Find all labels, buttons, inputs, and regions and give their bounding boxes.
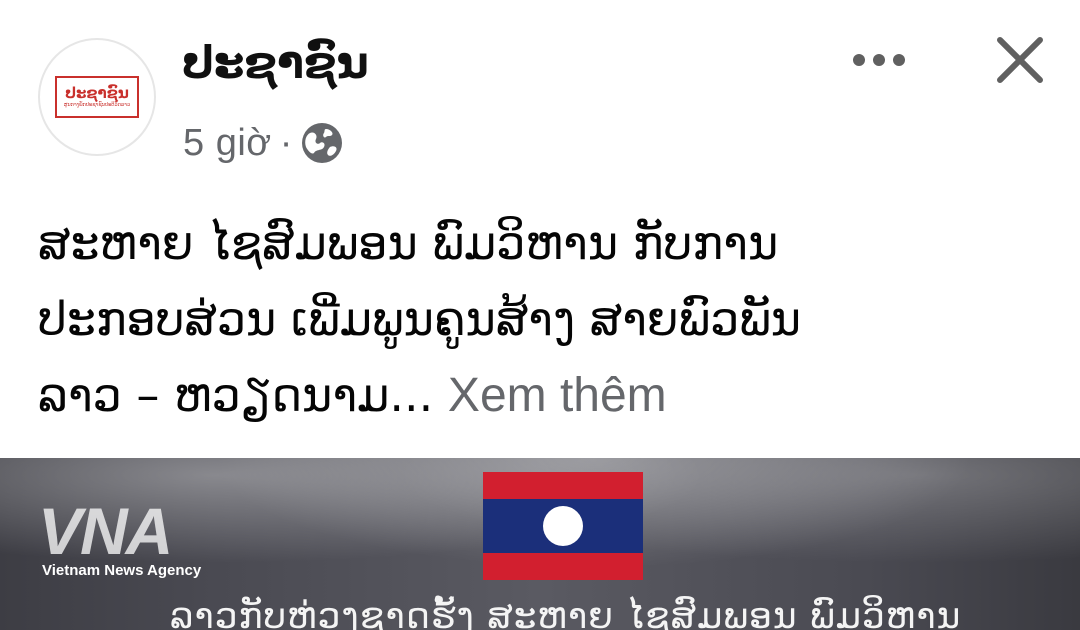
vna-caption: Vietnam News Agency: [42, 562, 202, 579]
post-body: ສະຫາຍ ໄຊສົມພອນ ພົມວິຫານ ກັບການ ປະກອບສ່ວນ…: [38, 205, 1048, 434]
banner-text: ລາວກັບຫ່ວງຊາດຮັ້ງ ສະຫາຍ ໄຊສົມພອນ ພົມວິຫາ…: [170, 596, 962, 630]
close-icon[interactable]: [990, 30, 1050, 90]
flag-moon: [543, 506, 583, 546]
post-image[interactable]: VNA Vietnam News Agency ລາວກັບຫ່ວງຊາດຮັ້…: [0, 458, 1080, 630]
flag-stripe-bottom: [483, 553, 643, 580]
flag-stripe-top: [483, 472, 643, 499]
page-logo: ປະຊາຊົນ ສູນກາງພັກປະຊາຊົນປະຕິວັດລາວ: [55, 76, 139, 118]
page-avatar[interactable]: ປະຊາຊົນ ສູນກາງພັກປະຊາຊົນປະຕິວັດລາວ: [38, 38, 156, 156]
post-text-line: ລາວ – ຫວຽດນາມ... Xem thêm: [38, 357, 1048, 434]
post-text-line: ສະຫາຍ ໄຊສົມພອນ ພົມວິຫານ ກັບການ: [38, 216, 779, 270]
facebook-post: ປະຊາຊົນ ສູນກາງພັກປະຊາຊົນປະຕິວັດລາວ ປະຊາຊ…: [0, 0, 1080, 630]
post-timestamp[interactable]: 5 giờ: [183, 122, 272, 165]
dot-icon: [893, 54, 905, 66]
vna-logo: VNA: [38, 494, 173, 568]
post-text-line: ປະກອບສ່ວນ ເພີ່ມພູນຄູນສ້າງ ສາຍພົວພັນ: [38, 292, 802, 346]
dot-icon: [873, 54, 885, 66]
laos-flag: [483, 472, 643, 580]
see-more-link[interactable]: Xem thêm: [448, 369, 667, 422]
post-text-fragment: ລາວ – ຫວຽດນາມ...: [38, 368, 434, 422]
meta-separator: ·: [279, 121, 293, 164]
vna-watermark: VNA Vietnam News Agency: [38, 496, 228, 586]
more-options-button[interactable]: [846, 40, 912, 80]
post-meta: 5 giờ ·: [183, 118, 344, 168]
globe-icon[interactable]: [300, 121, 344, 165]
logo-tagline: ສູນກາງພັກປະຊາຊົນປະຕິວັດລາວ: [63, 102, 131, 108]
page-name-link[interactable]: ປະຊາຊົນ: [182, 34, 369, 94]
logo-text: ປະຊາຊົນ: [65, 84, 129, 102]
dot-icon: [853, 54, 865, 66]
